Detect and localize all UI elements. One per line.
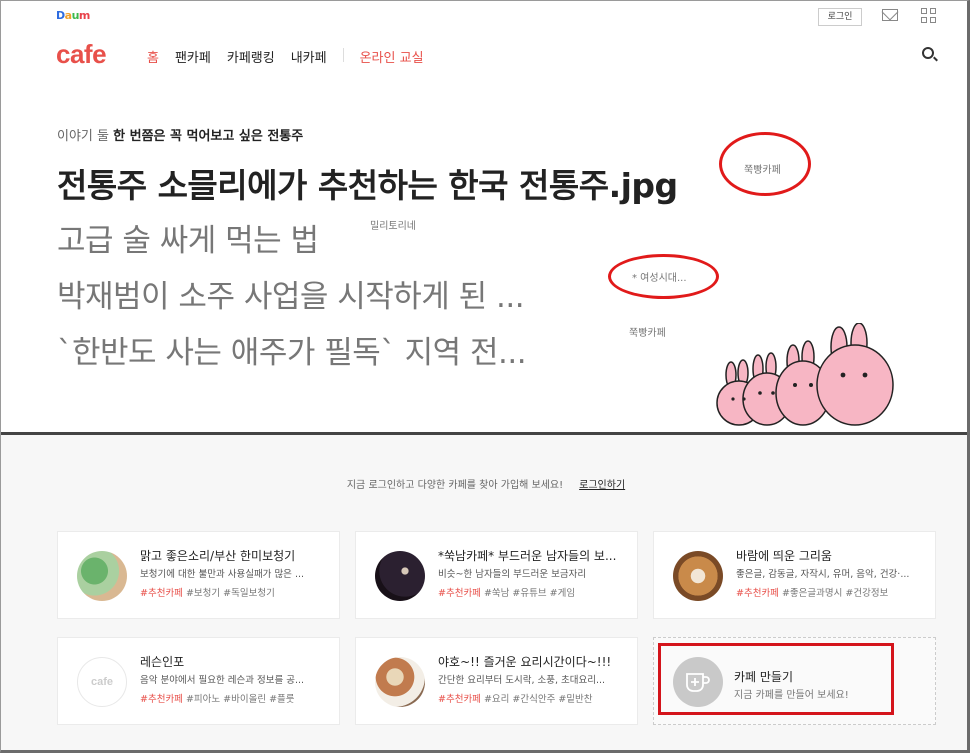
recommend-tag: #추천카페	[438, 588, 481, 599]
nav-divider	[342, 48, 344, 62]
cafe-desc: 비슷~한 남자들의 부드러운 보금자리	[438, 569, 587, 580]
highlight-circle	[608, 254, 719, 299]
cafe-tags: #추천카페 #피아노 #바이올린 #플룻	[140, 691, 295, 705]
cafe-thumbnail	[77, 551, 127, 601]
daum-logo[interactable]: Daum	[56, 9, 90, 22]
login-button[interactable]: 로그인	[818, 8, 862, 26]
cafe-tags: #추천카페 #요리 #간식안주 #밑반찬	[438, 691, 593, 705]
cafe-tag-list: #보청기 #독일보청기	[185, 588, 275, 599]
cafe-name: *쑥남카페* 부드러운 남자들의 보...	[438, 549, 617, 563]
story-title[interactable]: 박재범이 소주 사업을 시작하게 된 ...	[57, 271, 525, 316]
cafe-name: 바람에 띄운 그리움	[736, 549, 832, 563]
cafe-card[interactable]: 맑고 좋은소리/부산 한미보청기 보청기에 대한 불만과 사용실패가 많은 ..…	[57, 531, 340, 619]
cafe-tags: #추천카페 #보청기 #독일보청기	[140, 585, 275, 599]
recommend-tag: #추천카페	[438, 694, 481, 705]
recommend-tag: #추천카페	[140, 588, 183, 599]
story-cafe-name[interactable]: 밀리토리네	[370, 217, 416, 232]
cafe-tag-list: #쑥남 #유튜브 #게임	[483, 588, 576, 599]
nav-home[interactable]: 홈	[147, 47, 159, 66]
login-prompt: 지금 로그인하고 다양한 카페를 찾아 가입해 보세요! 로그인하기	[1, 476, 967, 491]
mail-icon[interactable]	[882, 9, 898, 21]
cafe-thumbnail	[673, 551, 723, 601]
cafe-desc: 음악 분야에서 필요한 레슨과 정보를 공...	[140, 675, 304, 686]
feature-category: 이야기 둘	[57, 129, 109, 144]
cafe-placeholder-logo: cafe	[90, 676, 114, 688]
nav-mycafe[interactable]: 내카페	[291, 47, 327, 66]
story-title[interactable]: 고급 술 싸게 먹는 법	[57, 215, 319, 260]
story-cafe-name[interactable]: 쭉빵카페	[629, 324, 666, 339]
cafe-desc: 간단한 요리부터 도시락, 소풍, 초대요리...	[438, 675, 606, 686]
cafe-card[interactable]: cafe 레슨인포 음악 분야에서 필요한 레슨과 정보를 공... #추천카페…	[57, 637, 340, 725]
cafe-tag-list: #요리 #간식안주 #밑반찬	[483, 694, 593, 705]
cafe-tags: #추천카페 #쑥남 #유튜브 #게임	[438, 585, 575, 599]
cafe-thumbnail	[375, 551, 425, 601]
feature-subtitle: 이야기 둘 한 번쯤은 꼭 먹어보고 싶은 전통주	[57, 125, 303, 144]
feature-subtitle-text[interactable]: 한 번쯤은 꼭 먹어보고 싶은 전통주	[113, 129, 303, 144]
cafe-name: 레슨인포	[140, 655, 185, 669]
apps-grid-icon[interactable]	[921, 8, 936, 23]
browser-frame: Daum 로그인 cafe 홈 팬카페 카페랭킹 내카페 온라인 교실 이야기 …	[0, 0, 970, 753]
cafe-tag-list: #좋은글과명시 #건강정보	[781, 588, 889, 599]
cafe-desc: 보청기에 대한 불만과 사용실패가 많은 ...	[140, 569, 304, 580]
cafe-tags: #추천카페 #좋은글과명시 #건강정보	[736, 585, 888, 599]
cafe-thumbnail	[375, 657, 425, 707]
recommend-tag: #추천카페	[140, 694, 183, 705]
main-nav: 홈 팬카페 카페랭킹 내카페 온라인 교실	[147, 47, 440, 66]
story-title[interactable]: `한반도 사는 애주가 필독` 지역 전...	[57, 327, 527, 372]
recommend-tag: #추천카페	[736, 588, 779, 599]
cafe-name: 야호~!! 즐거운 요리시간이다~!!!	[438, 655, 612, 669]
nav-ranking[interactable]: 카페랭킹	[227, 47, 275, 66]
cafe-thumbnail: cafe	[77, 657, 127, 707]
highlight-circle	[719, 132, 811, 196]
cafe-name: 맑고 좋은소리/부산 한미보청기	[140, 549, 296, 563]
cafe-desc: 좋은글, 감동글, 자작시, 유머, 음악, 건강·...	[736, 569, 910, 580]
cafe-logo[interactable]: cafe	[56, 39, 107, 70]
nav-fancafe[interactable]: 팬카페	[175, 47, 211, 66]
bunny-illustration	[716, 323, 894, 426]
nav-online-class[interactable]: 온라인 교실	[360, 47, 424, 66]
cafe-tag-list: #피아노 #바이올린 #플룻	[185, 694, 295, 705]
cafe-card[interactable]: 야호~!! 즐거운 요리시간이다~!!! 간단한 요리부터 도시락, 소풍, 초…	[355, 637, 638, 725]
highlight-rectangle	[658, 643, 894, 715]
login-prompt-text: 지금 로그인하고 다양한 카페를 찾아 가입해 보세요!	[346, 480, 564, 491]
cafe-card[interactable]: 바람에 띄운 그리움 좋은글, 감동글, 자작시, 유머, 음악, 건강·...…	[653, 531, 936, 619]
login-link[interactable]: 로그인하기	[579, 480, 625, 491]
feature-headline[interactable]: 전통주 소믈리에가 추천하는 한국 전통주.jpg	[57, 159, 678, 207]
cafe-card[interactable]: *쑥남카페* 부드러운 남자들의 보... 비슷~한 남자들의 부드러운 보금자…	[355, 531, 638, 619]
search-icon[interactable]	[922, 47, 934, 59]
